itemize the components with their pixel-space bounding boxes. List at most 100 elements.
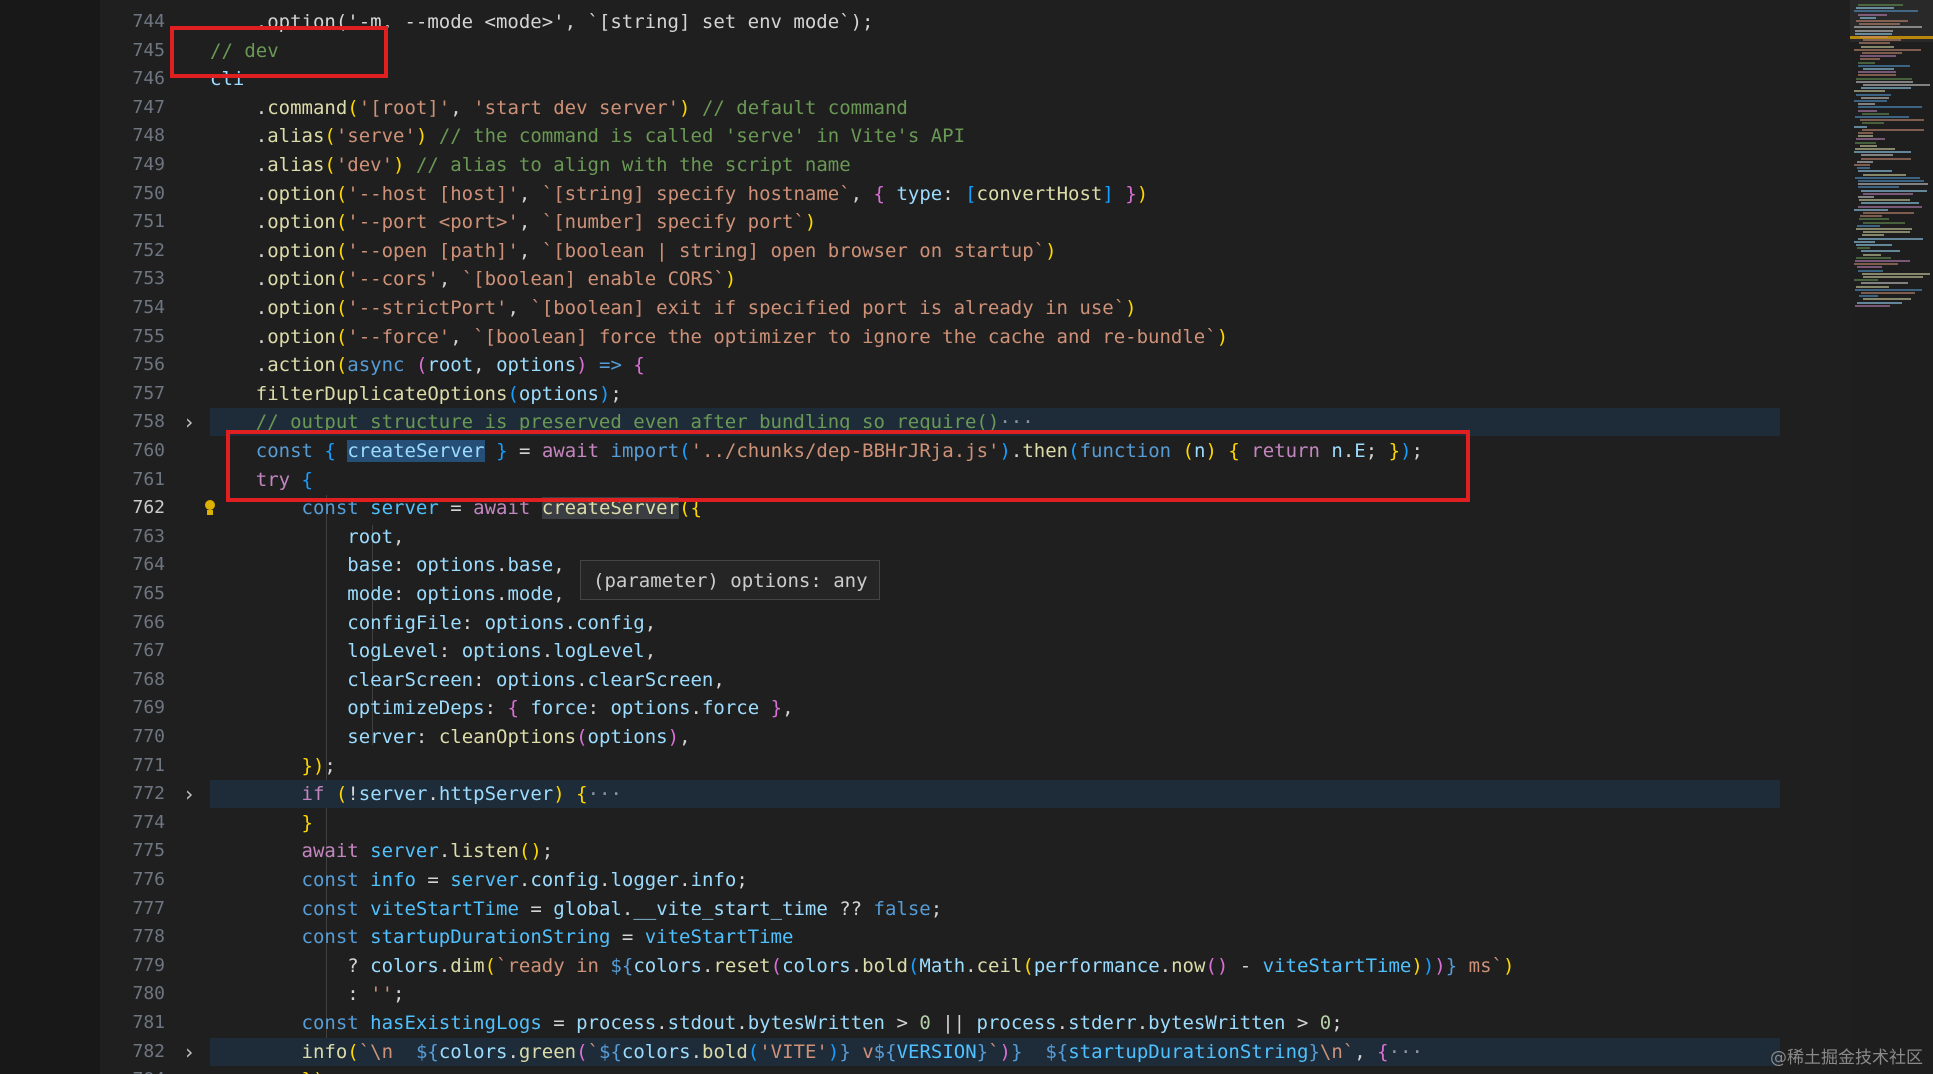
annotation-box-create-server [226, 430, 1470, 502]
code-line[interactable]: await server.listen(); [210, 837, 1850, 865]
fold-chevron-icon[interactable]: › [180, 1038, 198, 1066]
code-line[interactable]: configFile: options.config, [210, 609, 1850, 637]
code-token: option [267, 297, 336, 319]
fold-chevron-icon[interactable]: › [180, 408, 198, 436]
code-token: : [587, 697, 611, 720]
code-token: options [461, 640, 542, 663]
fold-chevron-icon[interactable]: › [180, 780, 198, 808]
code-line[interactable]: } [210, 809, 1850, 837]
code-token: info [370, 869, 416, 891]
minimap-line [1861, 202, 1919, 205]
code-line[interactable]: optimizeDeps: { force: options.force }, [210, 694, 1850, 722]
code-line[interactable]: .alias('dev') // alias to align with the… [210, 151, 1850, 179]
code-token: `[boolean] force the optimizer to ignore… [473, 325, 1217, 348]
code-token: . [210, 297, 268, 319]
code-token: force [701, 697, 760, 720]
minimap-line [1854, 240, 1875, 243]
code-token: . [210, 354, 268, 377]
code-line[interactable]: .option('--port <port>', `[number] speci… [210, 208, 1850, 236]
code-line[interactable]: info(`\n ${colors.green(`${colors.bold('… [210, 1037, 1780, 1066]
code-token: { [633, 354, 645, 377]
minimap-line [1856, 285, 1889, 288]
code-token: colors [370, 954, 439, 977]
code-token: options [415, 583, 497, 605]
code-line[interactable]: .option('--strictPort', `[boolean] exit … [210, 294, 1850, 322]
code-line[interactable]: server: cleanOptions(options), [210, 723, 1850, 751]
code-line[interactable]: const viteStartTime = global.__vite_star… [210, 895, 1850, 923]
code-token: ${ [1045, 1040, 1069, 1063]
code-token: action [267, 354, 336, 377]
fold-ellipsis[interactable]: ··· [1389, 1041, 1423, 1063]
code-line[interactable]: if (!server.httpServer) {··· [210, 780, 1780, 809]
line-number: 747 [132, 96, 165, 118]
code-line[interactable]: // dev [210, 37, 1850, 65]
code-line[interactable]: .option('--force', `[boolean] force the … [210, 323, 1850, 351]
code-line[interactable]: root, [210, 523, 1850, 551]
code-token: . [210, 325, 268, 348]
code-token: bytesWritten [747, 1012, 885, 1034]
code-line[interactable]: logLevel: options.logLevel, [210, 637, 1850, 665]
code-line[interactable]: }); [210, 752, 1850, 780]
code-token: global [553, 897, 622, 920]
code-line[interactable]: .option('--host [host]', `[string] speci… [210, 180, 1850, 208]
code-token: `[string] specify hostname` [541, 182, 851, 205]
minimap-line [1860, 58, 1880, 61]
gutter-row: 769 [100, 694, 210, 722]
code-token: ( [324, 154, 336, 176]
code-line[interactable]: ? colors.dim(`ready in ${colors.reset(co… [210, 952, 1850, 980]
code-area[interactable]: .option('-m, --mode <mode>', `[string] s… [210, 0, 1850, 1074]
code-line[interactable]: .alias('serve') // the command is called… [210, 122, 1850, 150]
code-token: stderr [1068, 1012, 1137, 1034]
code-line[interactable]: : ''; [210, 980, 1850, 1008]
code-line[interactable]: .option('--cors', `[boolean] enable CORS… [210, 265, 1850, 293]
code-line[interactable]: .command('[root]', 'start dev server') /… [210, 94, 1850, 122]
code-line[interactable]: cli [210, 65, 1850, 93]
minimap-line [1858, 74, 1896, 77]
code-token: now [1171, 954, 1206, 977]
minimap-line [1857, 247, 1870, 250]
code-token: ms` [1457, 954, 1503, 977]
minimap-line [1854, 208, 1888, 211]
code-line[interactable]: const hasExistingLogs = process.stdout.b… [210, 1009, 1850, 1037]
minimap-line [1854, 151, 1911, 154]
code-token: > [885, 1012, 920, 1034]
code-line[interactable]: .action(async (root, options) => { [210, 351, 1850, 379]
minimap-line [1854, 90, 1885, 93]
code-token: option [267, 268, 336, 291]
code-token: ! [347, 783, 359, 806]
line-number: 757 [132, 382, 165, 404]
code-token: options [610, 697, 691, 720]
code-editor[interactable]: 744 745 746 747 748 749 750 751 752 753 754 755 756 7… [100, 0, 1850, 1074]
code-line[interactable]: .option('--open [path]', `[boolean | str… [210, 237, 1850, 265]
line-number: 761 [132, 468, 165, 490]
fold-ellipsis[interactable]: ··· [588, 783, 622, 805]
code-line[interactable]: .option('-m, --mode <mode>', `[string] s… [210, 8, 1850, 36]
code-line[interactable]: }); [210, 1066, 1850, 1074]
gutter-row: 766 [100, 609, 210, 637]
code-line[interactable]: filterDuplicateOptions(options); [210, 380, 1850, 408]
code-line[interactable]: clearScreen: options.clearScreen, [210, 666, 1850, 694]
minimap-line [1858, 180, 1924, 182]
code-token: ? [210, 954, 371, 977]
code-token: ; [393, 983, 405, 1006]
code-token: , [679, 726, 691, 748]
code-token: bold [862, 954, 908, 977]
code-line[interactable]: mode: options.mode, [210, 580, 1850, 608]
code-token: ) [1502, 954, 1515, 977]
minimap[interactable] [1850, 0, 1933, 1074]
code-token: ) [724, 268, 737, 291]
code-line[interactable]: const info = server.config.logger.info; [210, 866, 1850, 894]
code-token: ) [679, 96, 691, 119]
code-token: '--force' [347, 325, 451, 348]
code-token: v [850, 1040, 874, 1063]
gutter-row: 772 › [100, 780, 210, 808]
line-number: 769 [132, 697, 165, 719]
code-line[interactable]: base: options.base, [210, 551, 1850, 579]
code-token: base [507, 554, 554, 577]
code-line[interactable]: const startupDurationString = viteStartT… [210, 923, 1850, 951]
code-token: ; [324, 754, 336, 777]
